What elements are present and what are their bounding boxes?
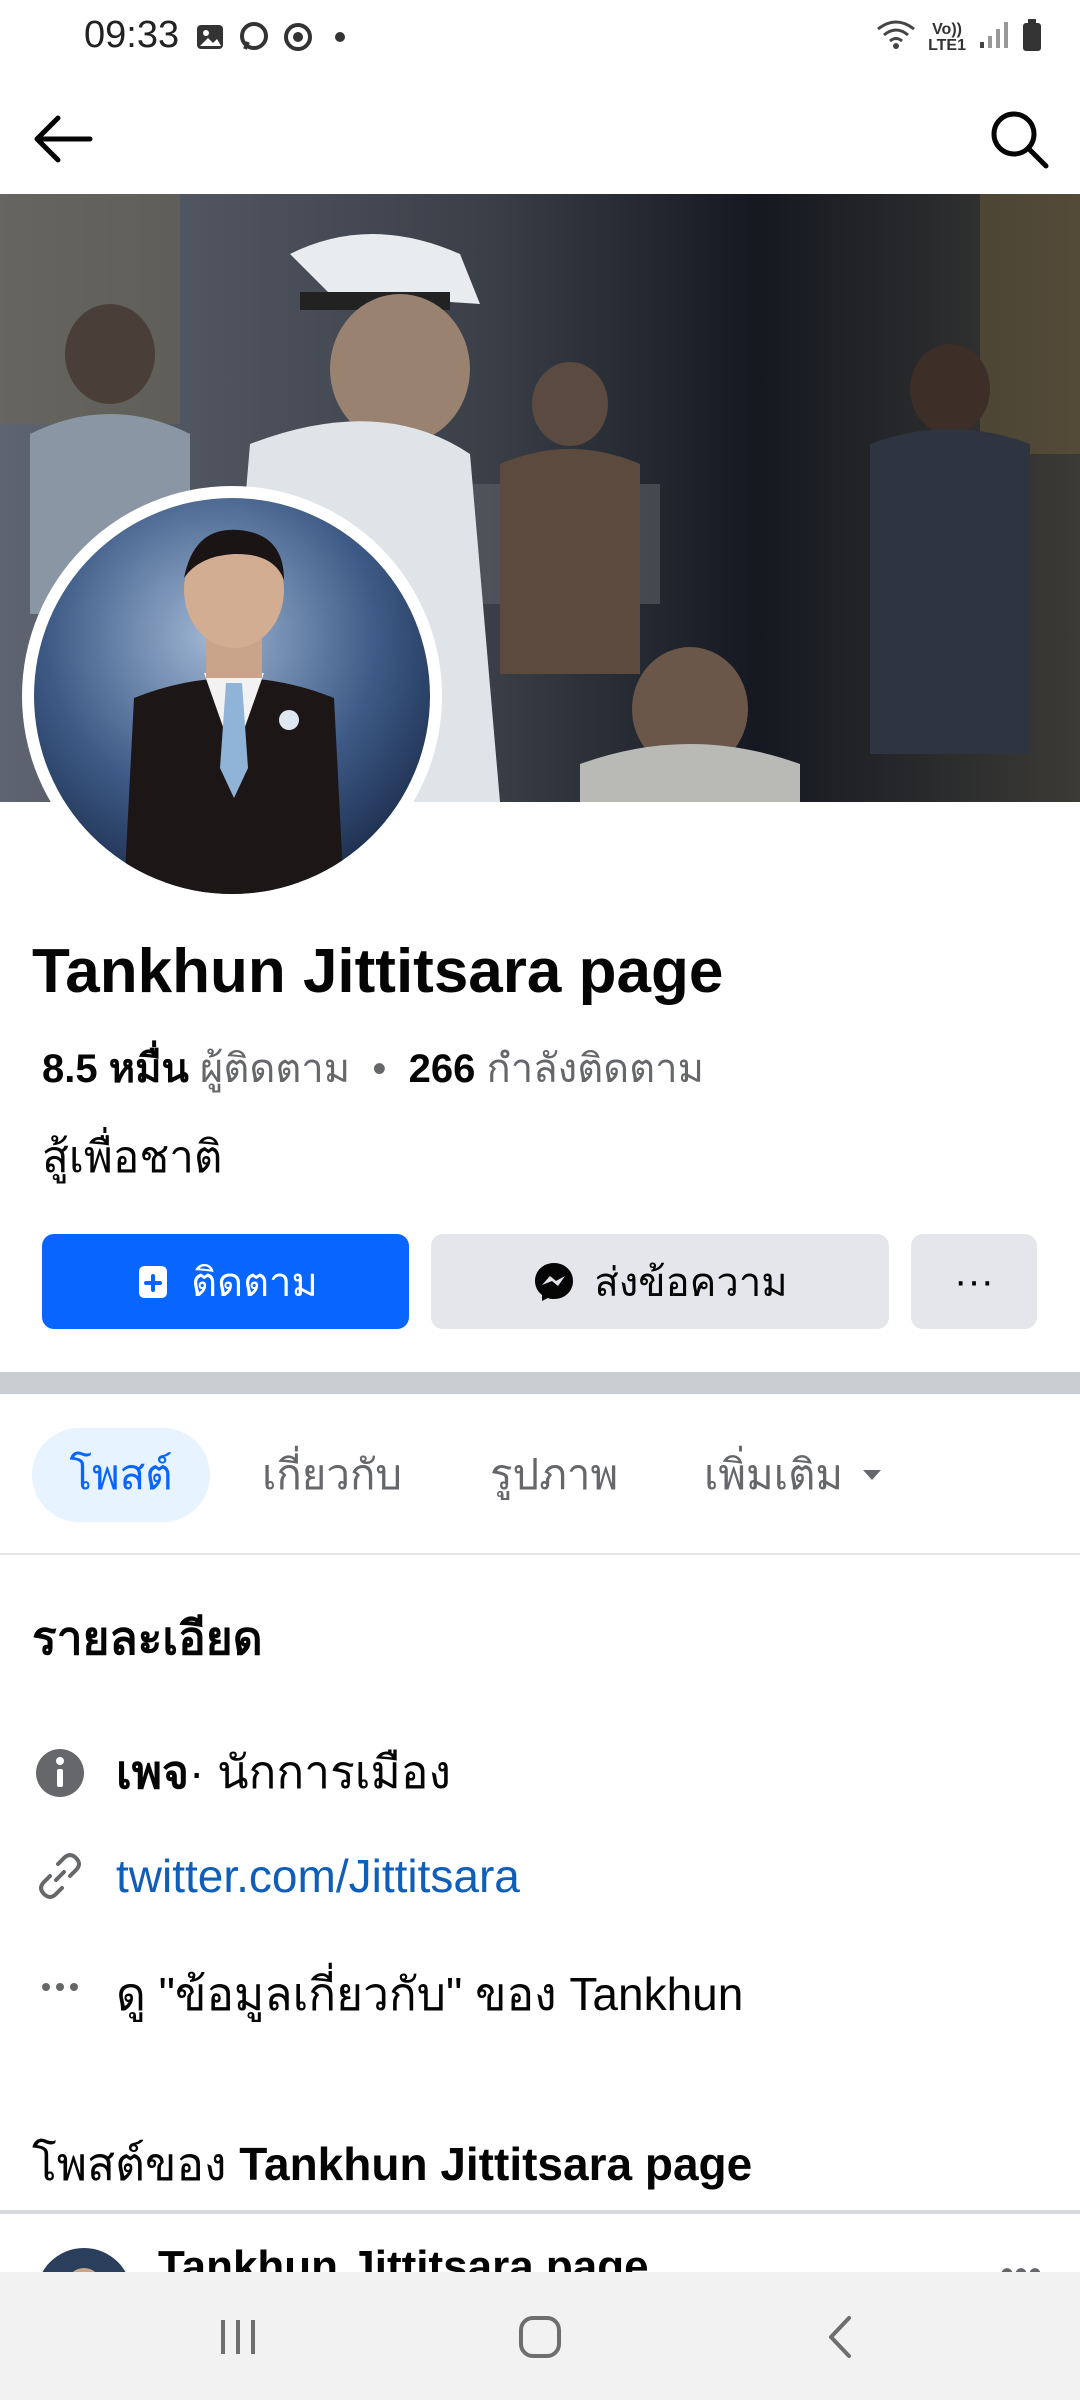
message-button[interactable]: ส่งข้อความ: [431, 1234, 889, 1329]
status-bar: 09:33 Vo)) LTE1: [0, 0, 1080, 78]
profile-photo: [34, 498, 430, 894]
home-icon: [519, 2316, 561, 2358]
category-name: · นักการเมือง: [189, 1746, 451, 1798]
arrow-left-icon: [34, 115, 93, 163]
page-stats: 8.5 หมื่น ผู้ติดตาม • 266 กำลังติดตาม: [42, 1036, 704, 1100]
notification-icons: [195, 22, 345, 52]
back-nav-button[interactable]: [802, 2302, 882, 2372]
more-horizontal-icon: [32, 1967, 88, 2023]
posts-title-name: Tankhun Jittitsara page: [239, 2138, 753, 2190]
following-label[interactable]: กำลังติดตาม: [486, 1047, 703, 1091]
stats-separator: •: [361, 1047, 409, 1091]
search-button[interactable]: [984, 104, 1054, 174]
posts-divider: [0, 2210, 1080, 2214]
chevron-left-icon: [829, 2316, 851, 2358]
follow-button[interactable]: ติดตาม: [42, 1234, 409, 1329]
status-time: 09:33: [84, 14, 180, 56]
following-count[interactable]: 266: [409, 1047, 476, 1091]
follow-label: ติดตาม: [191, 1260, 318, 1305]
page-bio: สู้เพื่อชาติ: [42, 1133, 223, 1182]
page-title: Tankhun Jittitsara page: [32, 937, 724, 1006]
recent-apps-button[interactable]: [198, 2302, 278, 2372]
profile-avatar[interactable]: [22, 486, 442, 906]
recent-apps-icon: [221, 2320, 255, 2354]
caret-down-icon: [863, 1470, 882, 1480]
twitter-link[interactable]: twitter.com/Jittitsara: [116, 1849, 520, 1903]
tab-posts[interactable]: โพสต์: [32, 1428, 210, 1522]
link-icon: [32, 1848, 88, 1904]
see-about-label[interactable]: ดู "ข้อมูลเกี่ยวกับ" ของ Tankhun: [116, 1958, 743, 2031]
tab-photos[interactable]: รูปภาพ: [490, 1428, 618, 1522]
back-button[interactable]: [28, 104, 98, 174]
link-row[interactable]: twitter.com/Jittitsara: [32, 1848, 520, 1904]
messenger-icon: [535, 1262, 574, 1301]
posts-section-title: โพสต์ของ Tankhun Jittitsara page: [32, 2128, 752, 2201]
category-row: เพจ · นักการเมือง: [32, 1736, 451, 1809]
chrome-icon: [283, 22, 313, 52]
tabs-divider: [0, 1553, 1080, 1555]
more-dots-icon: ···: [954, 1259, 994, 1303]
tab-more-label: เพิ่มเติม: [704, 1451, 844, 1498]
followers-count[interactable]: 8.5 หมื่น: [42, 1047, 189, 1091]
info-icon: [32, 1745, 88, 1801]
messenger-icon: [239, 22, 269, 52]
dot-icon: [335, 32, 345, 42]
home-button[interactable]: [500, 2302, 580, 2372]
tab-photos-label: รูปภาพ: [490, 1451, 619, 1498]
volte-indicator: Vo)) LTE1: [928, 20, 966, 54]
battery-icon: [1022, 18, 1042, 57]
section-divider: [0, 1372, 1080, 1394]
tab-about[interactable]: เกี่ยวกับ: [262, 1428, 402, 1522]
signal-icon: [978, 20, 1010, 55]
followers-label[interactable]: ผู้ติดตาม: [200, 1047, 350, 1091]
see-about-row[interactable]: ดู "ข้อมูลเกี่ยวกับ" ของ Tankhun: [32, 1958, 743, 2031]
message-label: ส่งข้อความ: [594, 1260, 788, 1305]
image-icon: [195, 22, 225, 52]
more-options-button[interactable]: ···: [911, 1234, 1037, 1329]
system-status-icons: Vo)) LTE1: [876, 18, 1042, 57]
follow-icon: [139, 1265, 168, 1298]
tab-more[interactable]: เพิ่มเติม: [704, 1428, 887, 1522]
tab-about-label: เกี่ยวกับ: [262, 1451, 403, 1498]
posts-title-prefix: โพสต์ของ: [32, 2138, 240, 2190]
details-title: รายละเอียด: [32, 1612, 263, 1664]
wifi-icon: [876, 19, 916, 56]
category-type: เพจ: [116, 1746, 189, 1798]
tab-posts-label: โพสต์: [69, 1451, 173, 1498]
search-icon: [991, 111, 1049, 169]
